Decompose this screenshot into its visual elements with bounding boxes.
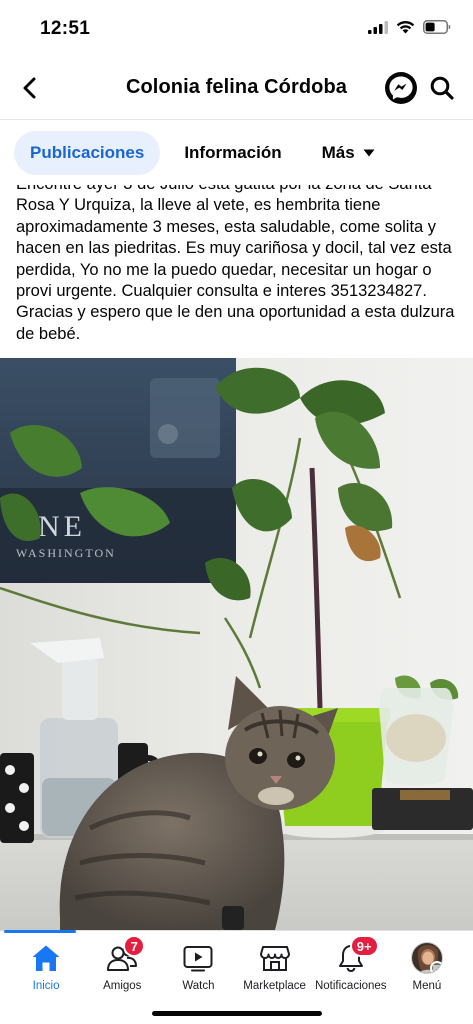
search-icon [430, 76, 454, 100]
nav-item-menu[interactable]: Menú [389, 931, 465, 992]
menu-dot-icon [429, 961, 442, 973]
nav-label-inicio: Inicio [32, 980, 60, 992]
header-actions [385, 72, 457, 104]
search-button[interactable] [427, 73, 457, 103]
avatar [410, 942, 443, 974]
page-tabs: Publicaciones Información Más [0, 121, 473, 185]
post-text: Encontré ayer 3 de Julio esta gatita por… [16, 170, 461, 352]
nav-label-notificaciones: Notificaciones [314, 980, 387, 992]
home-icon [32, 945, 60, 971]
tab-publicaciones[interactable]: Publicaciones [14, 131, 161, 175]
poster-subtext: WASHINGTON [16, 546, 116, 560]
nav-label-marketplace: Marketplace [243, 980, 306, 992]
nav-item-inicio[interactable]: Inicio [8, 931, 84, 992]
cellular-signal-icon [368, 20, 388, 34]
page-header: Colonia felina Córdoba [0, 58, 473, 120]
nav-label-amigos: Amigos [103, 980, 142, 992]
home-indicator [152, 1011, 322, 1016]
post-message: Encontré ayer 3 de Julio esta gatita por… [16, 175, 455, 343]
status-time: 12:51 [40, 18, 91, 39]
nav-item-amigos[interactable]: 7 Amigos [84, 931, 160, 992]
tab-informacion[interactable]: Información [168, 131, 297, 175]
watch-icon [183, 946, 213, 972]
marketplace-icon [259, 946, 290, 971]
post-photo[interactable]: RNE WASHINGTON [0, 358, 473, 930]
battery-icon [423, 20, 451, 34]
status-icons [368, 20, 451, 34]
status-bar: 12:51 [0, 0, 473, 58]
wifi-icon [396, 20, 415, 34]
tab-mas[interactable]: Más [306, 131, 391, 175]
friends-badge: 7 [123, 935, 146, 957]
messenger-button[interactable] [385, 72, 417, 104]
caret-down-icon [363, 149, 375, 157]
nav-item-watch[interactable]: Watch [160, 931, 236, 992]
bottom-navigation: Inicio 7 Amigos Watch Marketplace 9+ Not… [0, 930, 473, 1024]
nav-item-notificaciones[interactable]: 9+ Notificaciones [313, 931, 389, 992]
kitten-photo-image: RNE WASHINGTON [0, 358, 473, 930]
nav-label-watch: Watch [182, 980, 215, 992]
notifications-badge: 9+ [349, 935, 379, 957]
tab-mas-label: Más [321, 143, 355, 162]
nav-item-marketplace[interactable]: Marketplace [237, 931, 313, 992]
nav-label-menu: Menú [412, 980, 442, 992]
messenger-icon [389, 76, 413, 100]
